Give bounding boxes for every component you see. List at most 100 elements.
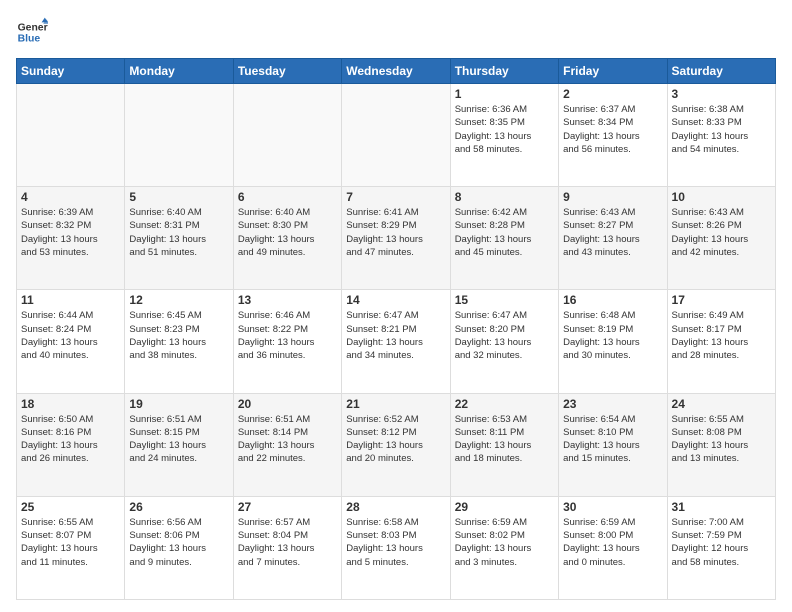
- day-number: 16: [563, 293, 662, 307]
- day-info: Sunrise: 6:58 AM Sunset: 8:03 PM Dayligh…: [346, 516, 445, 569]
- column-header-tuesday: Tuesday: [233, 59, 341, 84]
- day-number: 11: [21, 293, 120, 307]
- day-number: 22: [455, 397, 554, 411]
- calendar-cell: [17, 84, 125, 187]
- day-number: 21: [346, 397, 445, 411]
- week-row-2: 4 Sunrise: 6:39 AM Sunset: 8:32 PM Daylig…: [17, 187, 776, 290]
- day-info: Sunrise: 6:45 AM Sunset: 8:23 PM Dayligh…: [129, 309, 228, 362]
- day-number: 6: [238, 190, 337, 204]
- calendar-cell: 28 Sunrise: 6:58 AM Sunset: 8:03 PM Dayli…: [342, 496, 450, 599]
- day-number: 7: [346, 190, 445, 204]
- day-number: 19: [129, 397, 228, 411]
- day-info: Sunrise: 6:54 AM Sunset: 8:10 PM Dayligh…: [563, 413, 662, 466]
- week-row-4: 18 Sunrise: 6:50 AM Sunset: 8:16 PM Dayli…: [17, 393, 776, 496]
- calendar-cell: 3Sunrise: 6:38 AM Sunset: 8:33 PM Daylig…: [667, 84, 775, 187]
- calendar-cell: 23 Sunrise: 6:54 AM Sunset: 8:10 PM Dayli…: [559, 393, 667, 496]
- day-info: Sunrise: 6:46 AM Sunset: 8:22 PM Dayligh…: [238, 309, 337, 362]
- column-header-monday: Monday: [125, 59, 233, 84]
- day-number: 20: [238, 397, 337, 411]
- day-number: 14: [346, 293, 445, 307]
- calendar-cell: 22 Sunrise: 6:53 AM Sunset: 8:11 PM Dayli…: [450, 393, 558, 496]
- calendar-cell: 7 Sunrise: 6:41 AM Sunset: 8:29 PM Daylig…: [342, 187, 450, 290]
- day-info: Sunrise: 6:40 AM Sunset: 8:30 PM Dayligh…: [238, 206, 337, 259]
- header: General Blue: [16, 16, 776, 48]
- day-number: 15: [455, 293, 554, 307]
- day-number: 12: [129, 293, 228, 307]
- calendar-cell: 5Sunrise: 6:40 AM Sunset: 8:31 PM Daylig…: [125, 187, 233, 290]
- day-number: 25: [21, 500, 120, 514]
- week-row-5: 25 Sunrise: 6:55 AM Sunset: 8:07 PM Dayli…: [17, 496, 776, 599]
- calendar-cell: 20Sunrise: 6:51 AM Sunset: 8:14 PM Dayli…: [233, 393, 341, 496]
- day-info: Sunrise: 6:49 AM Sunset: 8:17 PM Dayligh…: [672, 309, 771, 362]
- day-info: Sunrise: 6:52 AM Sunset: 8:12 PM Dayligh…: [346, 413, 445, 466]
- logo-icon: General Blue: [16, 16, 48, 48]
- day-number: 9: [563, 190, 662, 204]
- column-header-friday: Friday: [559, 59, 667, 84]
- day-info: Sunrise: 6:43 AM Sunset: 8:27 PM Dayligh…: [563, 206, 662, 259]
- day-info: Sunrise: 6:50 AM Sunset: 8:16 PM Dayligh…: [21, 413, 120, 466]
- day-info: Sunrise: 6:55 AM Sunset: 8:07 PM Dayligh…: [21, 516, 120, 569]
- day-info: Sunrise: 6:48 AM Sunset: 8:19 PM Dayligh…: [563, 309, 662, 362]
- week-row-3: 11 Sunrise: 6:44 AM Sunset: 8:24 PM Dayli…: [17, 290, 776, 393]
- calendar-cell: 10Sunrise: 6:43 AM Sunset: 8:26 PM Dayli…: [667, 187, 775, 290]
- day-info: Sunrise: 6:39 AM Sunset: 8:32 PM Dayligh…: [21, 206, 120, 259]
- day-info: Sunrise: 6:47 AM Sunset: 8:20 PM Dayligh…: [455, 309, 554, 362]
- day-number: 1: [455, 87, 554, 101]
- calendar-cell: [342, 84, 450, 187]
- calendar-cell: 16 Sunrise: 6:48 AM Sunset: 8:19 PM Dayli…: [559, 290, 667, 393]
- day-info: Sunrise: 6:41 AM Sunset: 8:29 PM Dayligh…: [346, 206, 445, 259]
- day-number: 13: [238, 293, 337, 307]
- day-number: 2: [563, 87, 662, 101]
- day-info: Sunrise: 6:44 AM Sunset: 8:24 PM Dayligh…: [21, 309, 120, 362]
- svg-text:General: General: [18, 22, 48, 33]
- day-number: 17: [672, 293, 771, 307]
- calendar-cell: 12 Sunrise: 6:45 AM Sunset: 8:23 PM Dayli…: [125, 290, 233, 393]
- calendar-cell: 19Sunrise: 6:51 AM Sunset: 8:15 PM Dayli…: [125, 393, 233, 496]
- calendar-cell: 29 Sunrise: 6:59 AM Sunset: 8:02 PM Dayli…: [450, 496, 558, 599]
- calendar-cell: 2Sunrise: 6:37 AM Sunset: 8:34 PM Daylig…: [559, 84, 667, 187]
- day-info: Sunrise: 6:38 AM Sunset: 8:33 PM Dayligh…: [672, 103, 771, 156]
- day-number: 30: [563, 500, 662, 514]
- day-info: Sunrise: 6:59 AM Sunset: 8:02 PM Dayligh…: [455, 516, 554, 569]
- column-header-thursday: Thursday: [450, 59, 558, 84]
- day-info: Sunrise: 6:53 AM Sunset: 8:11 PM Dayligh…: [455, 413, 554, 466]
- page: General Blue SundayMondayTuesdayWednesda…: [0, 0, 792, 612]
- calendar-cell: 17 Sunrise: 6:49 AM Sunset: 8:17 PM Dayli…: [667, 290, 775, 393]
- day-number: 10: [672, 190, 771, 204]
- day-number: 18: [21, 397, 120, 411]
- column-header-wednesday: Wednesday: [342, 59, 450, 84]
- logo: General Blue: [16, 16, 48, 48]
- calendar-cell: 30 Sunrise: 6:59 AM Sunset: 8:00 PM Dayli…: [559, 496, 667, 599]
- calendar-cell: 8 Sunrise: 6:42 AM Sunset: 8:28 PM Daylig…: [450, 187, 558, 290]
- calendar-cell: 15 Sunrise: 6:47 AM Sunset: 8:20 PM Dayli…: [450, 290, 558, 393]
- calendar-cell: [125, 84, 233, 187]
- calendar-cell: 27Sunrise: 6:57 AM Sunset: 8:04 PM Dayli…: [233, 496, 341, 599]
- day-number: 4: [21, 190, 120, 204]
- day-number: 26: [129, 500, 228, 514]
- calendar-cell: 6 Sunrise: 6:40 AM Sunset: 8:30 PM Daylig…: [233, 187, 341, 290]
- day-number: 8: [455, 190, 554, 204]
- calendar-cell: 13 Sunrise: 6:46 AM Sunset: 8:22 PM Dayli…: [233, 290, 341, 393]
- day-info: Sunrise: 6:36 AM Sunset: 8:35 PM Dayligh…: [455, 103, 554, 156]
- calendar-cell: [233, 84, 341, 187]
- day-number: 29: [455, 500, 554, 514]
- day-number: 31: [672, 500, 771, 514]
- day-info: Sunrise: 6:57 AM Sunset: 8:04 PM Dayligh…: [238, 516, 337, 569]
- header-row: SundayMondayTuesdayWednesdayThursdayFrid…: [17, 59, 776, 84]
- day-number: 23: [563, 397, 662, 411]
- column-header-saturday: Saturday: [667, 59, 775, 84]
- day-info: Sunrise: 6:59 AM Sunset: 8:00 PM Dayligh…: [563, 516, 662, 569]
- day-info: Sunrise: 6:55 AM Sunset: 8:08 PM Dayligh…: [672, 413, 771, 466]
- calendar-cell: 26Sunrise: 6:56 AM Sunset: 8:06 PM Dayli…: [125, 496, 233, 599]
- calendar-cell: 14 Sunrise: 6:47 AM Sunset: 8:21 PM Dayli…: [342, 290, 450, 393]
- svg-text:Blue: Blue: [18, 34, 41, 45]
- day-number: 28: [346, 500, 445, 514]
- calendar-cell: 4 Sunrise: 6:39 AM Sunset: 8:32 PM Daylig…: [17, 187, 125, 290]
- day-info: Sunrise: 6:47 AM Sunset: 8:21 PM Dayligh…: [346, 309, 445, 362]
- day-info: Sunrise: 6:42 AM Sunset: 8:28 PM Dayligh…: [455, 206, 554, 259]
- column-header-sunday: Sunday: [17, 59, 125, 84]
- calendar-cell: 11 Sunrise: 6:44 AM Sunset: 8:24 PM Dayli…: [17, 290, 125, 393]
- day-number: 5: [129, 190, 228, 204]
- day-info: Sunrise: 7:00 AM Sunset: 7:59 PM Dayligh…: [672, 516, 771, 569]
- week-row-1: 1 Sunrise: 6:36 AM Sunset: 8:35 PM Daylig…: [17, 84, 776, 187]
